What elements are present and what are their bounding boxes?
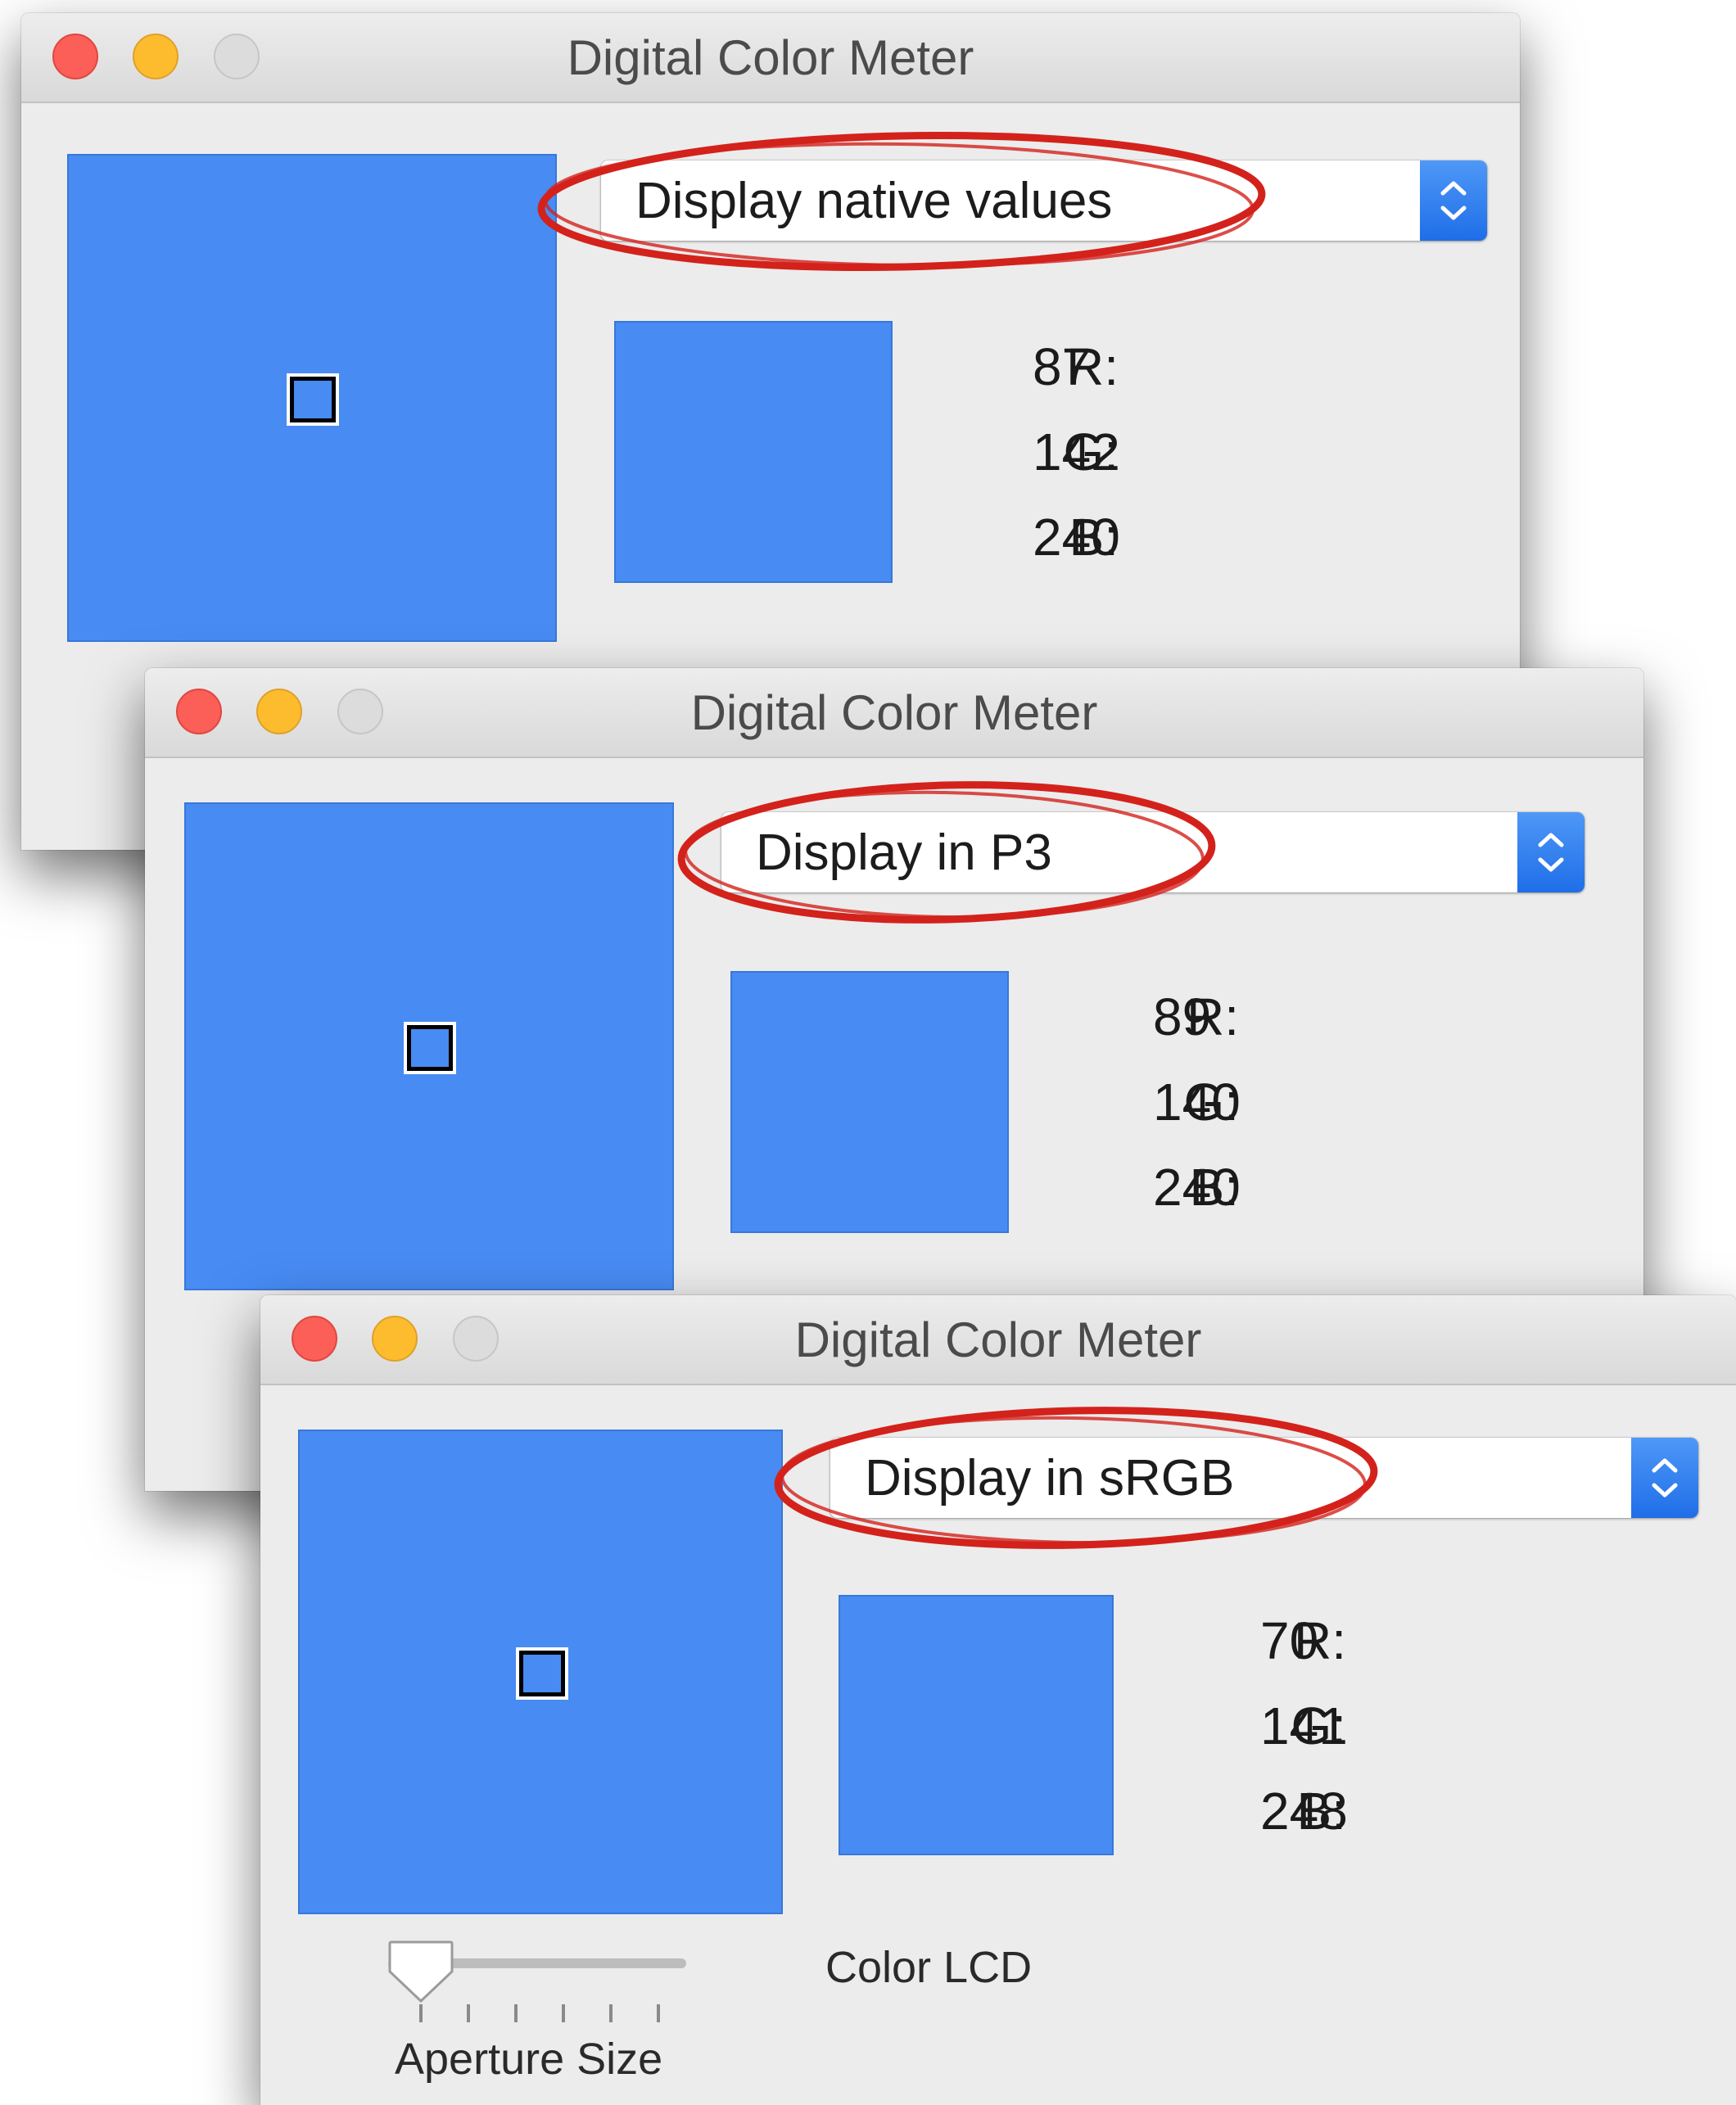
aperture-slider-tick [609,2004,613,2022]
rgb-readout: R: 87 G: 142 B: 240 [947,324,1274,580]
aperture-square-icon [404,1022,456,1074]
readout-row-g: G: 140 [1067,1059,1395,1145]
readout-row-r: R: 89 [1067,974,1395,1059]
rgb-readout: R: 70 G: 141 B: 248 [1174,1598,1502,1854]
readout-value: 89 [1153,987,1212,1046]
sample-swatch [614,321,893,583]
readout-row-r: R: 70 [1174,1598,1502,1683]
readout-value: 240 [1153,1158,1241,1217]
color-meter-window-srgb: Digital Color Meter Display in sRGB R: 7… [260,1295,1736,2105]
magnified-view [298,1430,783,1914]
magnified-view [67,154,557,642]
aperture-slider-tick [514,2004,518,2022]
readout-value: 240 [1033,508,1120,567]
display-mode-popup[interactable]: Display in P3 [721,812,1585,892]
popup-stepper-icon[interactable] [1517,812,1585,892]
readout-row-g: G: 141 [1174,1683,1502,1768]
display-name-label: Color LCD [825,1943,1033,1992]
aperture-slider-tick [467,2004,470,2022]
title-bar[interactable]: Digital Color Meter [260,1295,1736,1385]
display-mode-popup[interactable]: Display native values [601,160,1487,241]
popup-stepper-icon[interactable] [1420,160,1487,241]
readout-row-b: B: 240 [947,495,1274,580]
readout-row-r: R: 87 [947,324,1274,409]
readout-row-g: G: 142 [947,409,1274,495]
aperture-size-label: Aperture Size [395,2035,663,2084]
rgb-readout: R: 89 G: 140 B: 240 [1067,974,1395,1230]
window-title: Digital Color Meter [794,1312,1202,1367]
aperture-slider-tick [419,2004,423,2022]
aperture-square-icon [516,1647,568,1700]
readout-value: 140 [1153,1073,1241,1132]
readout-value: 87 [1033,337,1092,396]
readout-row-b: B: 240 [1067,1145,1395,1230]
magnified-view [184,802,674,1290]
readout-value: 70 [1260,1611,1319,1670]
window-title: Digital Color Meter [690,685,1098,740]
popup-selected-value: Display in P3 [756,824,1052,881]
title-bar[interactable]: Digital Color Meter [21,13,1520,103]
readout-value: 141 [1260,1696,1348,1755]
title-bar[interactable]: Digital Color Meter [145,668,1643,758]
popup-selected-value: Display in sRGB [865,1450,1235,1506]
readout-value: 142 [1033,422,1120,481]
window-title: Digital Color Meter [567,30,974,85]
readout-row-b: B: 248 [1174,1768,1502,1854]
aperture-slider-knob[interactable] [387,1939,455,2004]
popup-stepper-icon[interactable] [1631,1438,1698,1518]
aperture-square-icon [287,373,339,426]
popup-selected-value: Display native values [635,173,1113,229]
readout-value: 248 [1260,1782,1348,1841]
display-mode-popup[interactable]: Display in sRGB [830,1438,1698,1518]
aperture-slider-tick [657,2004,660,2022]
sample-swatch [839,1595,1114,1855]
sample-swatch [730,971,1009,1233]
aperture-slider-tick [562,2004,565,2022]
